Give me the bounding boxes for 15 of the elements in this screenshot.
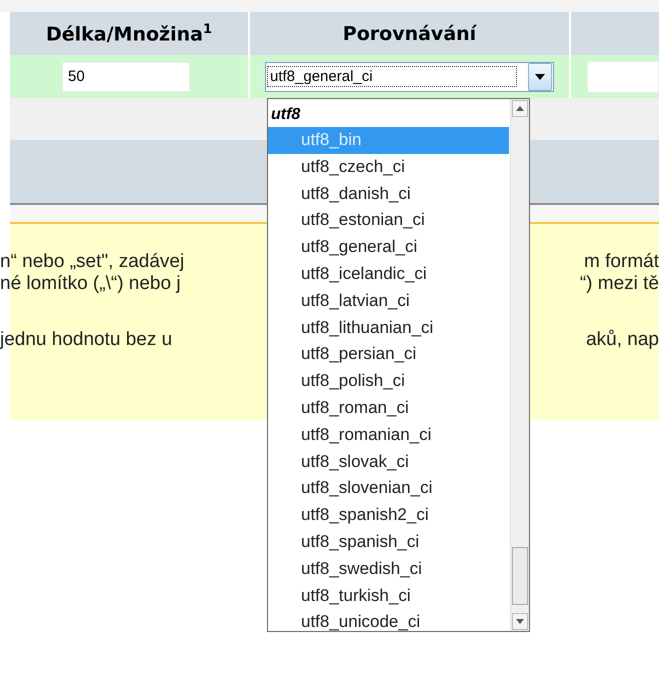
scroll-thumb[interactable] [512,547,528,605]
column-header: Porovnávání [250,12,569,55]
length-input[interactable]: 50 [62,62,190,92]
note-text: aků, nap [586,329,659,351]
note-text: m formát [584,251,659,273]
text-input[interactable] [587,60,659,92]
option-group-label: utf8 [270,105,302,125]
scroll-down-icon[interactable] [516,619,524,624]
scrollbar[interactable] [510,99,529,631]
note-text: n“ nebo „set", zadávej [0,251,184,273]
scroll-up-icon[interactable] [516,106,524,111]
collation-select[interactable]: utf8_general_ci [265,62,554,92]
column-header: Délka/Množina$^{1}$ [10,12,248,55]
note-text: “) mezi tě [580,273,659,295]
note-text: né lomítko („\“) nebo j [0,273,181,295]
